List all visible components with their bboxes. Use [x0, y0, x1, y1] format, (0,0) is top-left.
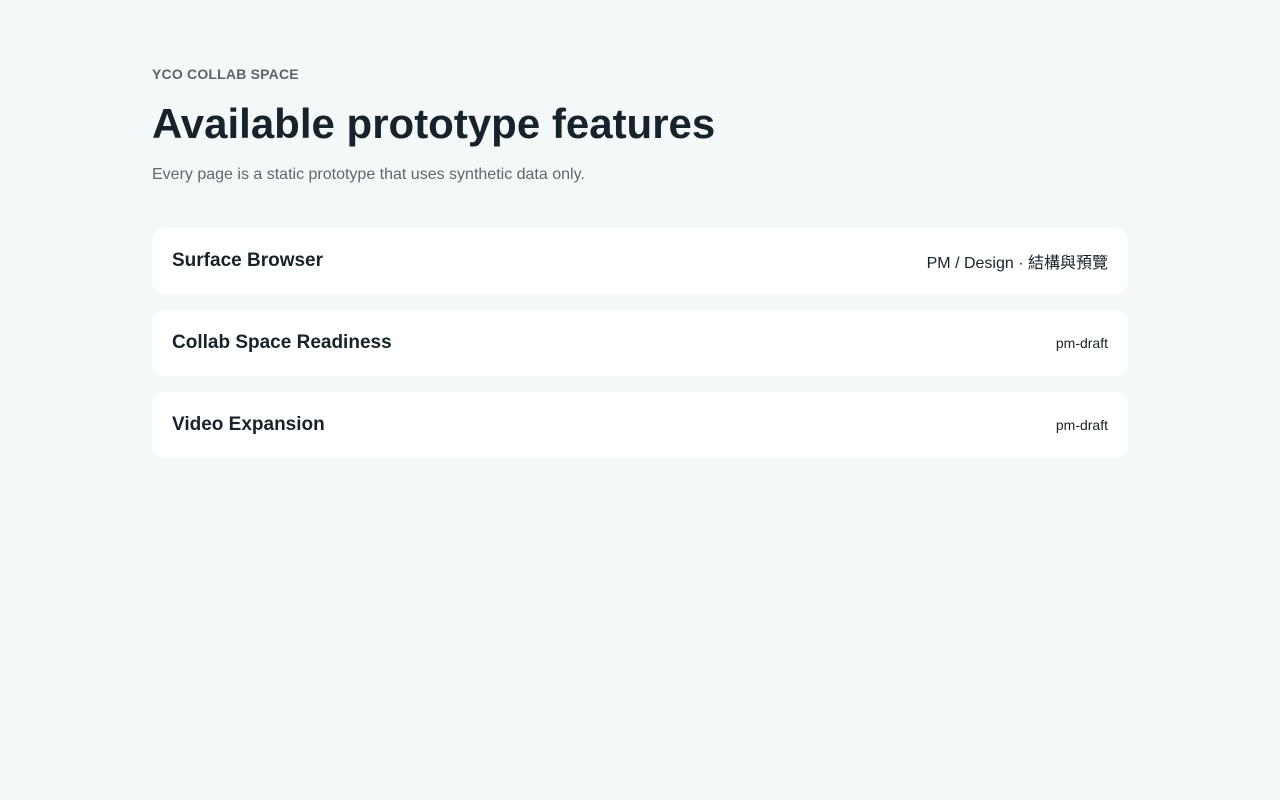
app-eyebrow-label: YCO COLLAB SPACE — [152, 66, 299, 82]
feature-list: Surface Browser PM / Design · 結構與預覽 Coll… — [152, 228, 1128, 474]
feature-name: Surface Browser — [172, 250, 324, 271]
feature-tag: PM / Design · 結構與預覽 — [926, 255, 1108, 272]
feature-card-collab-space-readiness[interactable]: Collab Space Readiness pm-draft — [152, 310, 1128, 376]
feature-card-video-expansion[interactable]: Video Expansion pm-draft — [152, 392, 1128, 458]
page-title: Available prototype features — [152, 100, 716, 147]
feature-card-surface-browser[interactable]: Surface Browser PM / Design · 結構與預覽 — [152, 228, 1128, 294]
page-subtitle: Every page is a static prototype that us… — [152, 166, 585, 183]
feature-tag: pm-draft — [1055, 417, 1108, 433]
feature-tag: pm-draft — [1055, 335, 1108, 351]
feature-name: Collab Space Readiness — [172, 332, 392, 353]
feature-name: Video Expansion — [172, 414, 325, 435]
